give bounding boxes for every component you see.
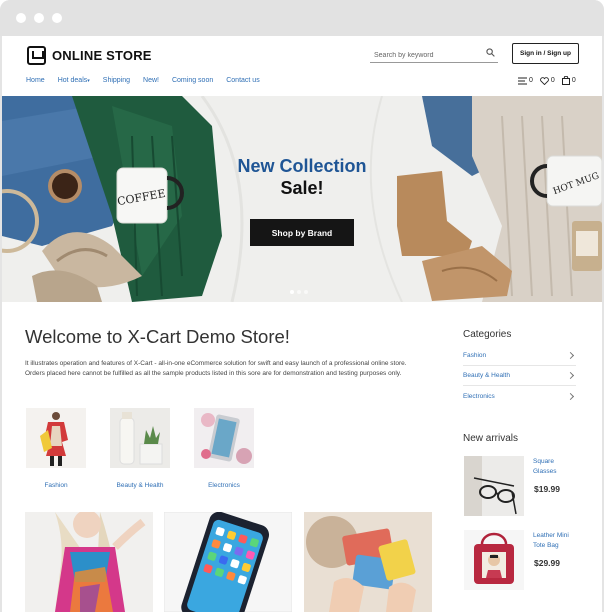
window-close-dot[interactable]	[16, 13, 26, 23]
arrival-name-tote[interactable]: Leather Mini Tote Bag	[533, 531, 578, 551]
nav-home[interactable]: Home	[26, 77, 45, 84]
page-title: Welcome to X-Cart Demo Store!	[25, 326, 290, 347]
hero-subtitle: Sale!	[280, 178, 324, 198]
category-label-beauty-health: Beauty & Health	[116, 482, 164, 489]
arrival-name-glasses[interactable]: Square Glasses	[533, 457, 578, 477]
product-image-dress[interactable]	[25, 512, 153, 612]
sidebar-item-label: Electronics	[463, 392, 495, 400]
nav-shipping[interactable]: Shipping	[103, 77, 130, 84]
cart-count: 0	[571, 77, 576, 84]
compare-link[interactable]: 0	[518, 76, 533, 85]
sidebar-item-electronics[interactable]: Electronics	[463, 386, 576, 406]
signin-button[interactable]: Sign in / Sign up	[512, 43, 579, 64]
search-input[interactable]	[370, 46, 478, 65]
store-logo[interactable]: ONLINE STORE	[27, 46, 152, 65]
arrival-price-tote: $29.99	[534, 558, 560, 568]
browser-window: ONLINE STORE Sign in / Sign up Home Hot …	[0, 0, 604, 612]
cart-link[interactable]: 0	[561, 76, 576, 85]
carousel-dot-3[interactable]	[304, 290, 308, 294]
category-image-beauty-health	[110, 408, 170, 468]
nav-contact-us[interactable]: Contact us	[226, 77, 259, 84]
search-box	[370, 44, 498, 65]
product-image-phone[interactable]	[164, 512, 292, 612]
hero-banner: COFFEE HOT MUG New Collection Sale! Shop…	[2, 96, 602, 302]
header-icons: 0 0 0	[518, 76, 583, 85]
bag-icon	[561, 76, 570, 85]
sidebar-item-fashion[interactable]: Fashion	[463, 346, 576, 366]
nav-new[interactable]: New!	[143, 77, 159, 84]
categories-heading: Categories	[463, 329, 512, 340]
chevron-right-icon	[566, 392, 575, 400]
category-tile-electronics[interactable]: Electronics	[194, 408, 254, 489]
carousel-dot-2[interactable]	[297, 290, 301, 294]
shop-by-brand-button[interactable]: Shop by Brand	[250, 219, 354, 246]
arrival-image-tote[interactable]	[464, 530, 524, 590]
compare-icon	[518, 77, 527, 84]
category-tile-fashion[interactable]: Fashion	[26, 408, 86, 489]
browser-title-bar	[0, 0, 604, 36]
main-nav: Home Hot deals▾ Shipping New! Coming soo…	[26, 77, 273, 84]
window-minimize-dot[interactable]	[34, 13, 44, 23]
category-image-electronics	[194, 408, 254, 468]
logo-icon	[27, 46, 46, 65]
chevron-right-icon	[566, 371, 575, 380]
category-tile-beauty-health[interactable]: Beauty & Health	[110, 408, 170, 489]
sidebar-item-label: Fashion	[463, 352, 487, 359]
category-label-fashion: Fashion	[44, 482, 68, 489]
chevron-down-icon: ▾	[87, 78, 90, 84]
nav-hot-deals[interactable]: Hot deals▾	[58, 77, 90, 84]
window-maximize-dot[interactable]	[52, 13, 62, 23]
carousel-dot-1[interactable]	[290, 290, 294, 294]
arrival-image-glasses[interactable]	[464, 456, 524, 516]
nav-coming-soon[interactable]: Coming soon	[172, 77, 213, 84]
hero-image: COFFEE HOT MUG	[2, 96, 602, 302]
compare-count: 0	[529, 77, 533, 84]
sidebar-item-label: Beauty & Health	[463, 372, 510, 379]
product-image-snacks[interactable]	[304, 512, 432, 612]
intro-text: It illustrates operation and features of…	[25, 360, 407, 377]
category-image-fashion	[26, 408, 86, 468]
nav-hot-deals-label: Hot deals	[57, 77, 88, 84]
arrival-price-glasses: $19.99	[534, 484, 560, 494]
hero-title: New Collection	[237, 156, 367, 176]
store-page: ONLINE STORE Sign in / Sign up Home Hot …	[2, 36, 602, 612]
new-arrivals-heading: New arrivals	[463, 433, 519, 444]
sidebar-item-beauty-health[interactable]: Beauty & Health	[463, 366, 576, 386]
category-label-electronics: Electronics	[208, 482, 240, 489]
wishlist-link[interactable]: 0	[540, 76, 555, 85]
logo-text: ONLINE STORE	[52, 48, 152, 63]
chevron-right-icon	[566, 351, 575, 360]
carousel-dots	[290, 290, 311, 294]
wishlist-count: 0	[550, 77, 555, 84]
search-icon[interactable]	[486, 48, 495, 57]
heart-icon	[540, 76, 549, 85]
